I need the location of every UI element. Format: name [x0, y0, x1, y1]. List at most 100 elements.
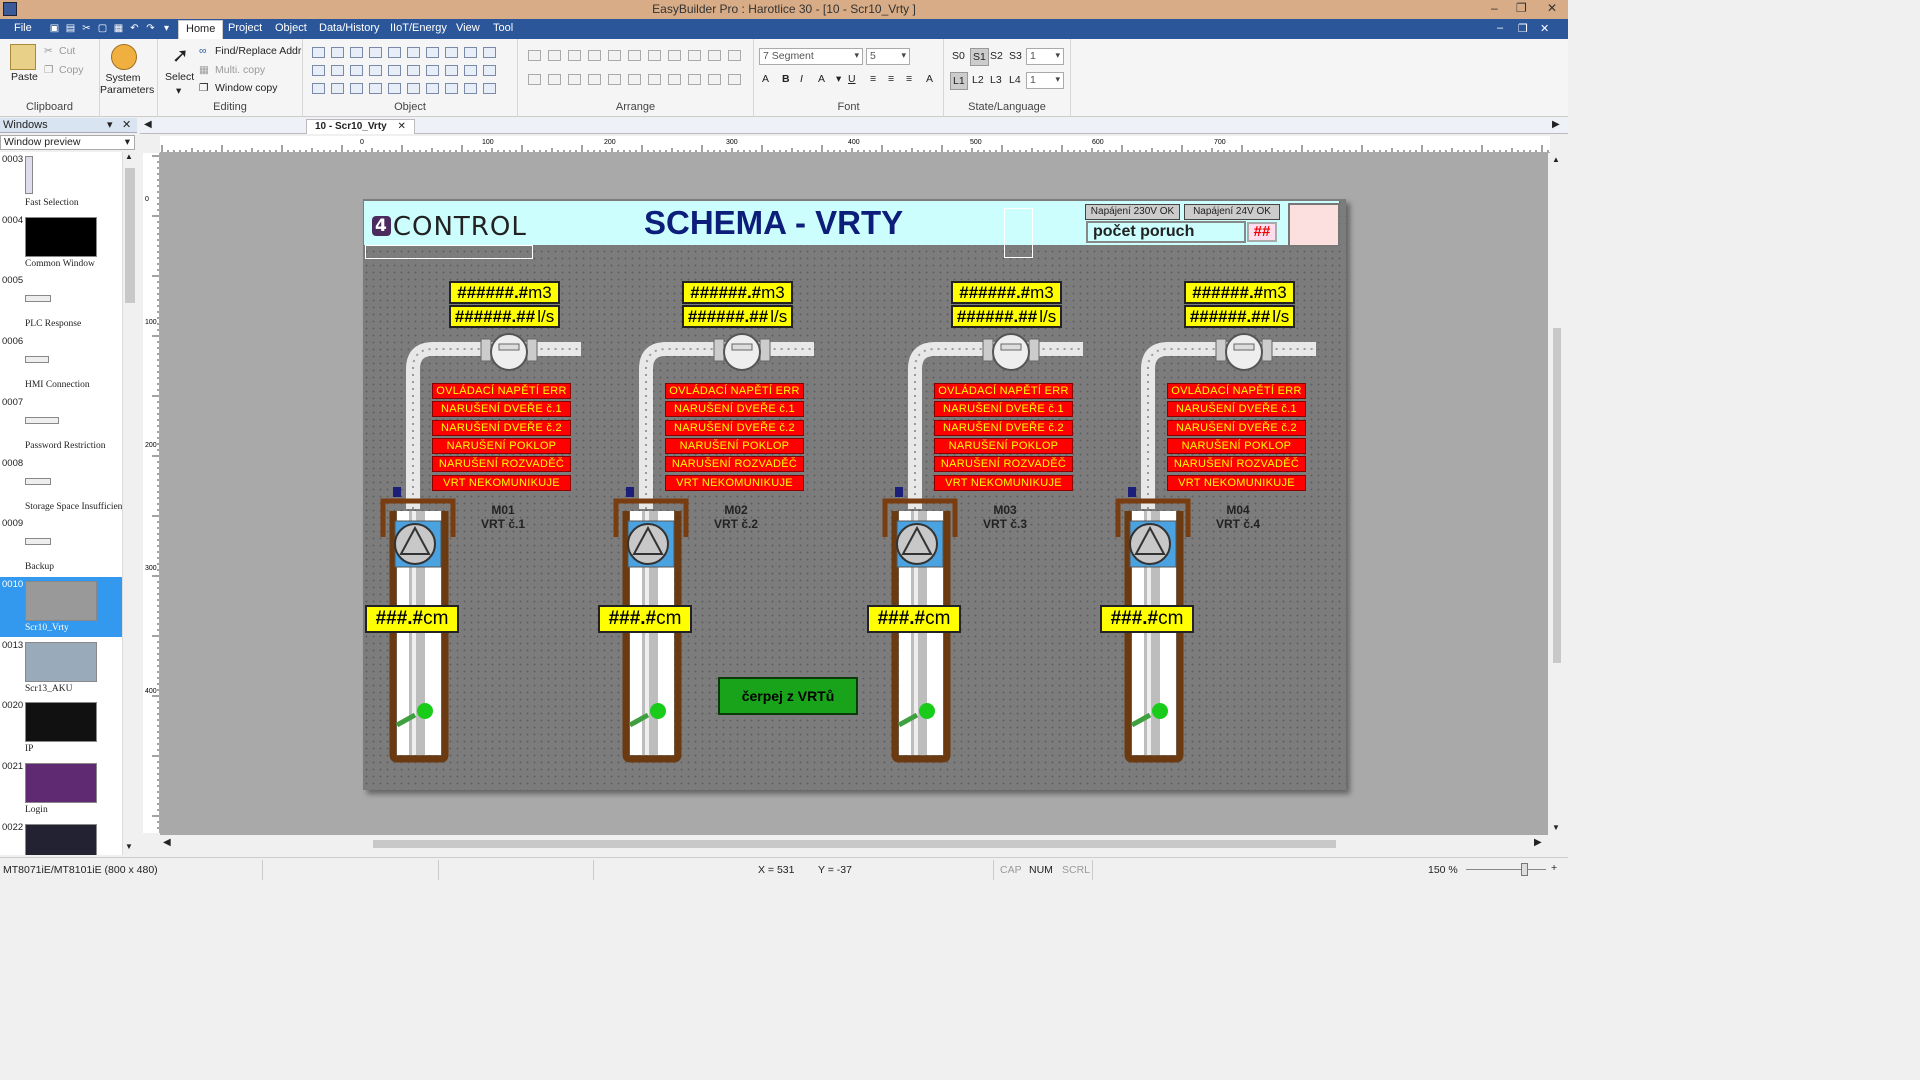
object-tool-icon[interactable]: [331, 47, 344, 58]
underline-icon[interactable]: U: [848, 73, 856, 85]
object-tool-icon[interactable]: [483, 47, 496, 58]
window-list-item[interactable]: 0021 Login: [0, 759, 122, 819]
state-s2-button[interactable]: S2: [990, 50, 1003, 62]
arrange-tool-icon[interactable]: [728, 50, 741, 61]
state-spin-input[interactable]: 1: [1026, 48, 1064, 65]
canvas-vertical-scrollbar[interactable]: ▲ ▼: [1550, 153, 1564, 835]
font-family-select[interactable]: 7 Segment: [759, 48, 863, 65]
arrange-tool-icon[interactable]: [528, 50, 541, 61]
minimize-icon[interactable]: –: [1491, 1, 1498, 15]
restore-icon[interactable]: ❐: [1516, 1, 1527, 15]
redo-icon[interactable]: ↷: [144, 23, 157, 35]
scroll-down-icon[interactable]: ▼: [125, 842, 133, 851]
arrange-tool-icon[interactable]: [608, 74, 621, 85]
lang-l4-button[interactable]: L4: [1009, 74, 1021, 86]
gear-icon[interactable]: [111, 44, 137, 70]
arrange-tool-icon[interactable]: [628, 74, 641, 85]
object-tool-icon[interactable]: [407, 47, 420, 58]
hscroll-right-icon[interactable]: ▶: [1534, 837, 1542, 848]
customize-icon[interactable]: ▾: [160, 23, 173, 35]
object-tool-icon[interactable]: [445, 47, 458, 58]
panel-close-icon[interactable]: ✕: [122, 118, 131, 131]
menu-tool[interactable]: Tool: [493, 22, 513, 34]
window-list-item[interactable]: 0003 Fast Selection: [0, 152, 122, 212]
object-tool-icon[interactable]: [426, 83, 439, 94]
tab-scroll-left-icon[interactable]: ◀: [144, 119, 152, 130]
align-right-icon[interactable]: ≡: [906, 73, 912, 85]
arrange-tool-icon[interactable]: [668, 50, 681, 61]
arrange-tool-icon[interactable]: [688, 50, 701, 61]
object-tool-icon[interactable]: [464, 65, 477, 76]
menu-project[interactable]: Project: [228, 22, 262, 34]
font-color-icon[interactable]: A: [818, 73, 825, 85]
paste-icon[interactable]: [10, 44, 36, 70]
tools-icon[interactable]: ✂: [80, 23, 93, 35]
copy-button[interactable]: Copy: [59, 64, 84, 76]
object-tool-icon[interactable]: [464, 83, 477, 94]
object-tool-icon[interactable]: [445, 65, 458, 76]
object-tool-icon[interactable]: [388, 65, 401, 76]
object-tool-icon[interactable]: [426, 47, 439, 58]
menu-home[interactable]: Home: [178, 20, 224, 39]
window-copy-button[interactable]: Window copy: [215, 82, 277, 94]
zoom-in-icon[interactable]: +: [1551, 862, 1557, 874]
scroll-thumb[interactable]: [125, 168, 135, 303]
select-pointer-icon[interactable]: ➚: [172, 43, 189, 68]
object-tool-icon[interactable]: [464, 47, 477, 58]
arrange-tool-icon[interactable]: [548, 50, 561, 61]
window-list-item[interactable]: 0005 PLC Response: [0, 273, 122, 333]
align-left-icon[interactable]: ≡: [870, 73, 876, 85]
window-list-scrollbar[interactable]: ▲ ▼: [122, 152, 136, 855]
tab-close-icon[interactable]: ✕: [398, 121, 406, 132]
object-tool-icon[interactable]: [483, 83, 496, 94]
tab-scr10-vrty[interactable]: 10 - Scr10_Vrty ✕: [306, 119, 415, 134]
arrange-tool-icon[interactable]: [708, 74, 721, 85]
compile-icon[interactable]: ▦: [112, 23, 125, 35]
window-list-item[interactable]: 0007 Password Restriction: [0, 395, 122, 455]
font-size-select[interactable]: 5: [866, 48, 910, 65]
clear-format-icon[interactable]: A: [926, 73, 933, 85]
window-list-item[interactable]: 0008 Storage Space Insufficient: [0, 456, 122, 516]
undo-icon[interactable]: ↶: [128, 23, 141, 35]
object-tool-icon[interactable]: [369, 65, 382, 76]
cut-icon[interactable]: ✂: [44, 45, 53, 57]
window-list-item[interactable]: 0022: [0, 820, 122, 855]
font-grow-icon[interactable]: A: [762, 73, 769, 85]
select-dropdown-icon[interactable]: ▾: [176, 85, 181, 97]
object-tool-icon[interactable]: [426, 65, 439, 76]
select-button[interactable]: Select: [165, 71, 194, 83]
object-tool-icon[interactable]: [388, 47, 401, 58]
download-icon[interactable]: ▢: [96, 23, 109, 35]
menu-view[interactable]: View: [456, 22, 480, 34]
window-list-item[interactable]: 0006 HMI Connection: [0, 334, 122, 394]
arrange-tool-icon[interactable]: [648, 50, 661, 61]
object-tool-icon[interactable]: [388, 83, 401, 94]
font-color-dropdown-icon[interactable]: ▾: [836, 73, 841, 85]
doc-close-icon[interactable]: ✕: [1540, 22, 1549, 35]
object-tool-icon[interactable]: [312, 83, 325, 94]
object-tool-icon[interactable]: [331, 65, 344, 76]
object-tool-icon[interactable]: [407, 65, 420, 76]
panel-menu-icon[interactable]: ▾: [107, 118, 113, 131]
object-tool-icon[interactable]: [483, 65, 496, 76]
align-center-icon[interactable]: ≡: [888, 73, 894, 85]
arrange-tool-icon[interactable]: [728, 74, 741, 85]
menu-object[interactable]: Object: [275, 22, 307, 34]
bold-icon[interactable]: B: [782, 73, 790, 85]
canvas-horizontal-scrollbar[interactable]: ◀ ▶: [160, 837, 1548, 851]
object-tool-icon[interactable]: [312, 65, 325, 76]
state-s0-button[interactable]: S0: [952, 50, 965, 62]
save-all-icon[interactable]: ▤: [64, 23, 77, 35]
window-list-item[interactable]: 0009 Backup: [0, 516, 122, 576]
close-icon[interactable]: ✕: [1547, 1, 1557, 15]
hmi-screen[interactable]: 4 CONTROL SCHEMA - VRTY Napájení 230V OK …: [363, 199, 1346, 790]
window-list-item[interactable]: 0013 Scr13_AKU: [0, 638, 122, 698]
arrange-tool-icon[interactable]: [668, 74, 681, 85]
doc-minimize-icon[interactable]: –: [1497, 22, 1503, 34]
object-tool-icon[interactable]: [312, 47, 325, 58]
object-tool-icon[interactable]: [350, 47, 363, 58]
arrange-tool-icon[interactable]: [608, 50, 621, 61]
arrange-tool-icon[interactable]: [588, 50, 601, 61]
arrange-tool-icon[interactable]: [548, 74, 561, 85]
window-list-item[interactable]: 0020 IP: [0, 698, 122, 758]
